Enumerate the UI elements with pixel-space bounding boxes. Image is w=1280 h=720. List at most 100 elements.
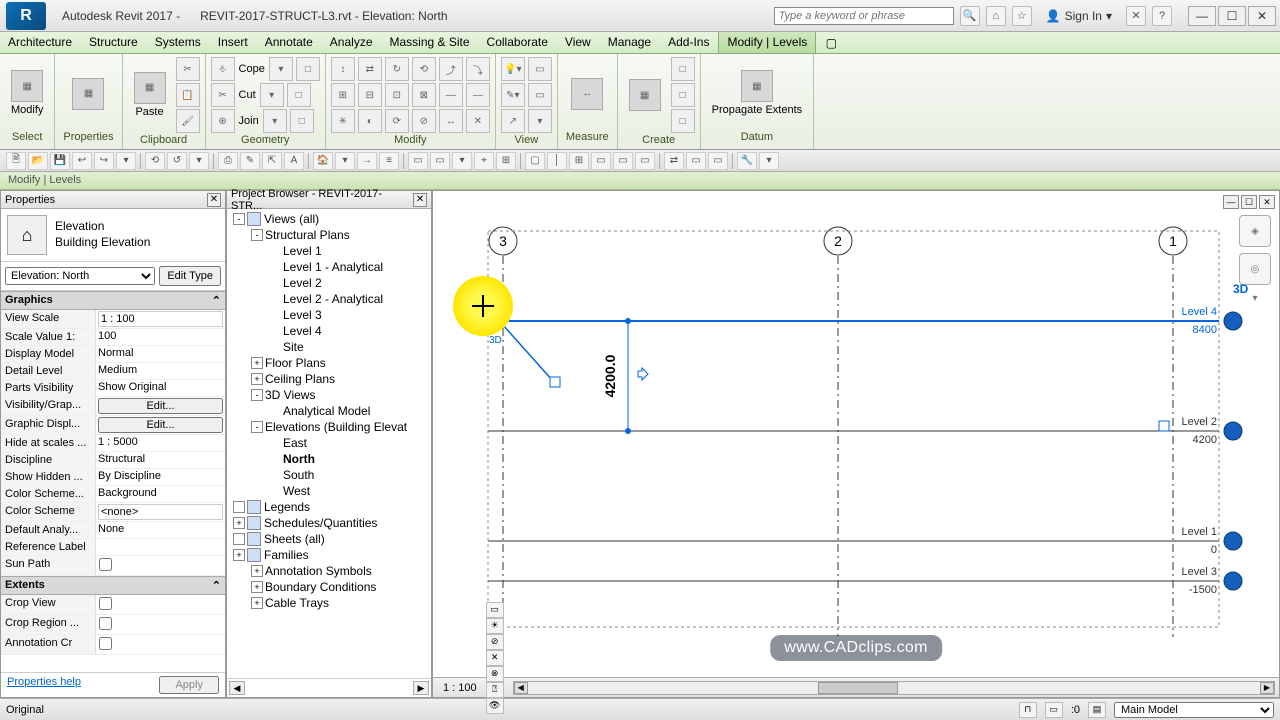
viewbar-button[interactable]: ⊘ xyxy=(486,634,504,650)
tree-item-structural-plans[interactable]: -Structural Plans xyxy=(229,227,429,243)
apply-button[interactable]: Apply xyxy=(159,676,219,694)
tree-toggle-icon[interactable]: + xyxy=(233,549,245,561)
ribbon-tool-button[interactable]: ⤵ xyxy=(466,57,490,81)
prop-input[interactable] xyxy=(98,504,223,520)
tree-toggle-icon[interactable]: - xyxy=(251,421,263,433)
ribbon-toggle-icon[interactable]: ▢ xyxy=(816,32,846,53)
ribbon-tool-button[interactable]: ⊞ xyxy=(331,83,355,107)
prop-value[interactable]: None xyxy=(96,522,225,538)
prop-value[interactable]: Edit... xyxy=(96,416,225,434)
tree-toggle-icon[interactable]: + xyxy=(251,581,263,593)
tab-analyze[interactable]: Analyze xyxy=(322,32,382,53)
ribbon-small-button[interactable]: ▾ xyxy=(528,109,552,133)
ribbon-small-button[interactable]: □ xyxy=(296,57,320,81)
qat-button[interactable]: ↺ xyxy=(167,152,187,170)
prop-value[interactable]: Background xyxy=(96,486,225,502)
ribbon-tool-button[interactable]: ↔ xyxy=(439,109,463,133)
ribbon-small-button[interactable]: ↗ xyxy=(501,109,525,133)
ribbon-small-button[interactable]: 💡▾ xyxy=(501,57,525,81)
ribbon-small-button[interactable]: □ xyxy=(671,83,695,107)
tree-toggle-icon[interactable]: + xyxy=(251,597,263,609)
tree-item-sheets-all-[interactable]: Sheets (all) xyxy=(229,531,429,547)
tree-toggle-icon[interactable] xyxy=(233,501,245,513)
tree-scroll-left[interactable]: ◀ xyxy=(229,681,245,695)
ribbon-tool-button[interactable]: — xyxy=(466,83,490,107)
qat-button[interactable]: ▾ xyxy=(452,152,472,170)
project-tree[interactable]: -Views (all)-Structural PlansLevel 1 Leve… xyxy=(227,209,431,678)
viewbar-button[interactable]: 👁 xyxy=(486,698,504,714)
tree-item-families[interactable]: +Families xyxy=(229,547,429,563)
qat-button[interactable]: ▭ xyxy=(613,152,633,170)
ribbon-small-button[interactable]: ✂ xyxy=(176,57,200,81)
favorite-icon[interactable]: ☆ xyxy=(1012,6,1032,26)
qat-button[interactable]: ▭ xyxy=(408,152,428,170)
qat-button[interactable]: ↪ xyxy=(94,152,114,170)
ribbon-tool-button[interactable]: ⟲ xyxy=(412,57,436,81)
scroll-left-icon[interactable]: ◀ xyxy=(514,682,528,694)
qat-button[interactable]: ⊞ xyxy=(496,152,516,170)
ribbon-small-button[interactable]: 📋 xyxy=(176,83,200,107)
tree-toggle-icon[interactable]: + xyxy=(233,517,245,529)
tab-systems[interactable]: Systems xyxy=(147,32,210,53)
tree-item-floor-plans[interactable]: +Floor Plans xyxy=(229,355,429,371)
infocenter-search[interactable] xyxy=(774,7,954,25)
prop-value[interactable]: 100 xyxy=(96,329,225,345)
qat-button[interactable]: 🏠 xyxy=(313,152,333,170)
prop-value[interactable] xyxy=(96,595,225,614)
maximize-button[interactable]: ☐ xyxy=(1218,6,1246,26)
qat-button[interactable]: ↩ xyxy=(72,152,92,170)
prop-value[interactable] xyxy=(96,310,225,328)
exchange-icon[interactable]: ✕ xyxy=(1126,6,1146,26)
qat-button[interactable]: ▾ xyxy=(759,152,779,170)
prop-edit-button[interactable]: Edit... xyxy=(98,417,223,433)
propagate-extents-button[interactable]: ▦Propagate Extents xyxy=(705,67,810,119)
prop-value[interactable]: Edit... xyxy=(96,397,225,415)
qat-button[interactable]: ▭ xyxy=(430,152,450,170)
status-icon-1[interactable]: ⊓ xyxy=(1019,702,1037,718)
tree-item-south[interactable]: South xyxy=(229,467,429,483)
tree-item-elevations-building-elevat[interactable]: -Elevations (Building Elevat xyxy=(229,419,429,435)
tree-item-level-2-analytical[interactable]: Level 2 - Analytical xyxy=(229,291,429,307)
tree-item-views-all-[interactable]: -Views (all) xyxy=(229,211,429,227)
tree-toggle-icon[interactable]: + xyxy=(251,357,263,369)
ribbon-tool-button[interactable]: ⟳ xyxy=(385,109,409,133)
tree-item-annotation-symbols[interactable]: +Annotation Symbols xyxy=(229,563,429,579)
tree-item-level-1[interactable]: Level 1 xyxy=(229,243,429,259)
tab-massing-site[interactable]: Massing & Site xyxy=(382,32,479,53)
drawing-canvas[interactable]: — ☐ ✕ ◈ ◎ ▾ 321Level 48400Level 24200Lev… xyxy=(432,190,1280,698)
qat-button[interactable]: ≡ xyxy=(379,152,399,170)
prop-input[interactable] xyxy=(98,311,223,327)
viewbar-button[interactable]: ⍰ xyxy=(486,682,504,698)
prop-value[interactable] xyxy=(96,635,225,654)
workset-selector[interactable]: Main Model xyxy=(1114,702,1274,718)
tree-item-boundary-conditions[interactable]: +Boundary Conditions xyxy=(229,579,429,595)
help-icon[interactable]: ? xyxy=(1152,6,1172,26)
prop-checkbox[interactable] xyxy=(99,597,112,610)
qat-button[interactable]: ✎ xyxy=(240,152,260,170)
qat-button[interactable]: ▭ xyxy=(591,152,611,170)
tab-view[interactable]: View xyxy=(557,32,600,53)
prop-group-graphics[interactable]: Graphics⌃ xyxy=(1,291,225,310)
elevation-view[interactable]: 321Level 48400Level 24200Level 10Level 3… xyxy=(433,191,1279,697)
tab-collaborate[interactable]: Collaborate xyxy=(479,32,557,53)
prop-checkbox[interactable] xyxy=(99,558,112,571)
viewbar-button[interactable]: ▭ xyxy=(486,602,504,618)
close-button[interactable]: ✕ xyxy=(1248,6,1276,26)
signin-button[interactable]: 👤 Sign In ▾ xyxy=(1046,9,1112,23)
prop-value[interactable]: Medium xyxy=(96,363,225,379)
qat-button[interactable]: ▭ xyxy=(635,152,655,170)
ribbon-small-button[interactable]: □ xyxy=(290,109,314,133)
search-input[interactable] xyxy=(774,7,954,25)
qat-button[interactable]: ▭ xyxy=(686,152,706,170)
ribbon-tool-button[interactable]: ⊠ xyxy=(412,83,436,107)
tree-toggle-icon[interactable]: - xyxy=(233,213,245,225)
ribbon-tool-button[interactable]: ⊘ xyxy=(412,109,436,133)
qat-button[interactable]: ⌖ xyxy=(474,152,494,170)
qat-button[interactable]: ▭ xyxy=(708,152,728,170)
prop-checkbox[interactable] xyxy=(99,637,112,650)
qat-button[interactable]: ⇄ xyxy=(664,152,684,170)
tree-toggle-icon[interactable]: + xyxy=(251,565,263,577)
qat-button[interactable]: A xyxy=(284,152,304,170)
ribbon-small-button[interactable]: ▾ xyxy=(263,109,287,133)
prop-checkbox[interactable] xyxy=(99,617,112,630)
